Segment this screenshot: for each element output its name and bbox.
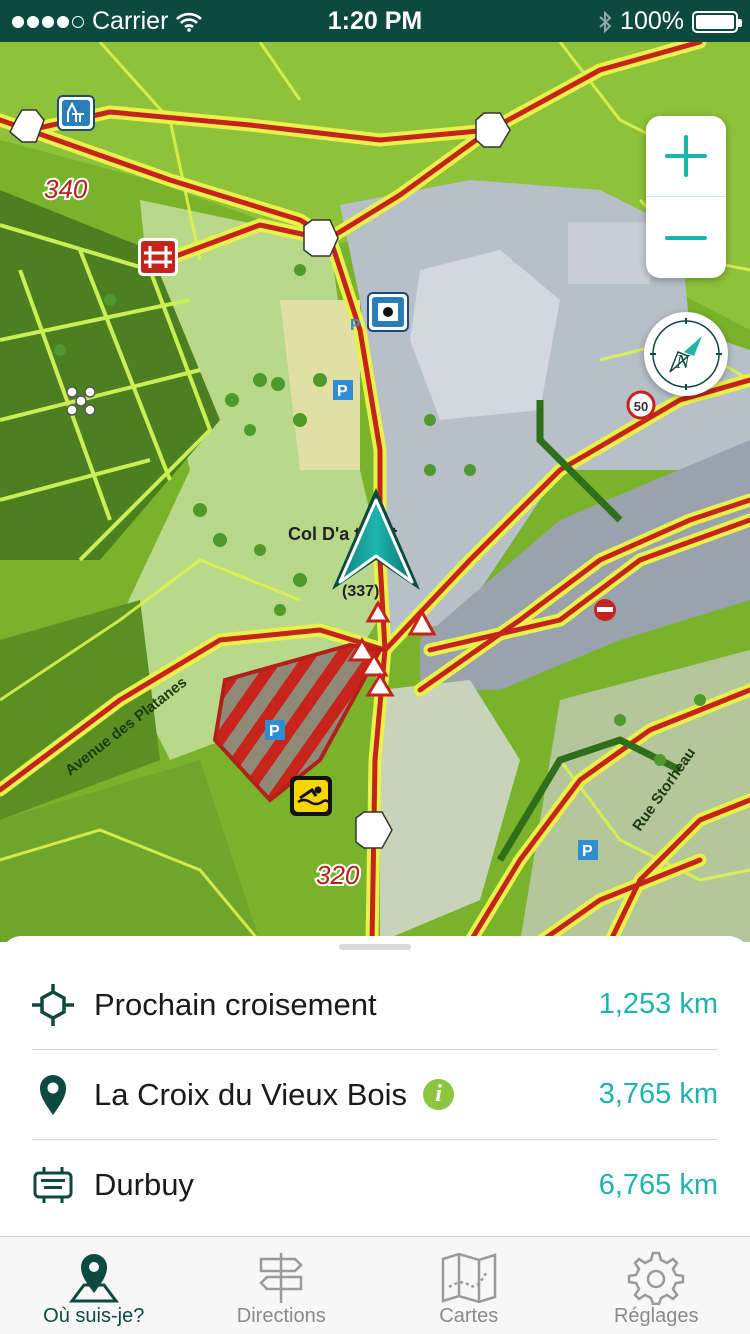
folded-map-tab-icon (441, 1252, 496, 1304)
signpost-board-icon (32, 1164, 74, 1206)
tab-label: Directions (236, 1305, 326, 1327)
zoom-out-button[interactable] (646, 197, 726, 278)
battery-icon (692, 10, 742, 33)
viewpoint-poi-icon[interactable] (367, 292, 409, 332)
list-item-poi[interactable]: La Croix du Vieux Bois i 3,765 km (32, 1050, 718, 1140)
list-item-distance: 6,765 km (598, 1168, 718, 1201)
tab-label: Cartes (439, 1305, 499, 1327)
map-canvas[interactable]: 340 320 Col D'a tte et (337) Avenue des … (0, 42, 750, 942)
tab-label: Où suis-je? (43, 1305, 145, 1327)
compass-button[interactable]: N (644, 312, 728, 396)
app-screen: Carrier 1:20 PM 100% 340 320 Col D'a tte… (0, 0, 750, 1334)
swimming-poi-icon[interactable] (290, 776, 332, 816)
cross-poi-icon[interactable] (138, 238, 178, 276)
plus-icon (665, 135, 707, 177)
minus-icon (665, 235, 707, 240)
elevation-label-320: 320 (316, 860, 360, 890)
location-pin-icon (32, 1074, 74, 1116)
signpost-tab-icon (259, 1253, 304, 1303)
tab-bar: Où suis-je? Directions Cartes Réglages (0, 1236, 750, 1334)
crossroads-icon (32, 983, 74, 1026)
svg-text:P: P (269, 723, 280, 740)
compass-icon: N (650, 318, 722, 390)
zoom-in-button[interactable] (646, 116, 726, 197)
tab-directions[interactable]: Directions (188, 1237, 376, 1334)
picnic-poi-icon[interactable] (57, 95, 95, 131)
svg-text:N: N (675, 351, 691, 373)
svg-text:P: P (582, 843, 593, 860)
list-item-distance: 3,765 km (598, 1078, 718, 1110)
info-icon[interactable]: i (423, 1079, 455, 1110)
nearby-sheet[interactable]: Prochain croisement 1,253 km La Croix du… (0, 936, 750, 1236)
battery-percent: 100% (620, 7, 684, 35)
topo-map[interactable]: 340 320 Col D'a tte et (337) Avenue des … (0, 42, 750, 942)
tab-maps[interactable]: Cartes (375, 1237, 563, 1334)
map-pin-tab-icon (68, 1254, 119, 1303)
elevation-label-340: 340 (44, 174, 88, 204)
gear-tab-icon (628, 1251, 685, 1305)
bluetooth-icon (599, 10, 612, 33)
place-elevation: (337) (342, 583, 379, 600)
tab-where-am-i[interactable]: Où suis-je? (0, 1237, 188, 1334)
no-entry-icon (594, 599, 616, 621)
list-item-distance: 1,253 km (598, 988, 718, 1020)
list-item-label: Durbuy (94, 1167, 194, 1202)
svg-text:50: 50 (634, 399, 648, 414)
svg-text:P: P (337, 383, 348, 400)
zoom-controls (646, 116, 726, 278)
tab-label: Réglages (613, 1305, 699, 1327)
list-item-label: La Croix du Vieux Bois (94, 1076, 408, 1112)
list-item-next-crossing[interactable]: Prochain croisement 1,253 km (32, 960, 718, 1050)
svg-text:P: P (350, 317, 361, 334)
list-item-town[interactable]: Durbuy 6,765 km (32, 1140, 718, 1230)
status-bar: Carrier 1:20 PM 100% (0, 0, 750, 42)
status-right: 100% (598, 7, 742, 36)
list-item-label: Prochain croisement (94, 986, 377, 1022)
tab-settings[interactable]: Réglages (563, 1237, 750, 1334)
sheet-grabber[interactable] (339, 944, 411, 950)
